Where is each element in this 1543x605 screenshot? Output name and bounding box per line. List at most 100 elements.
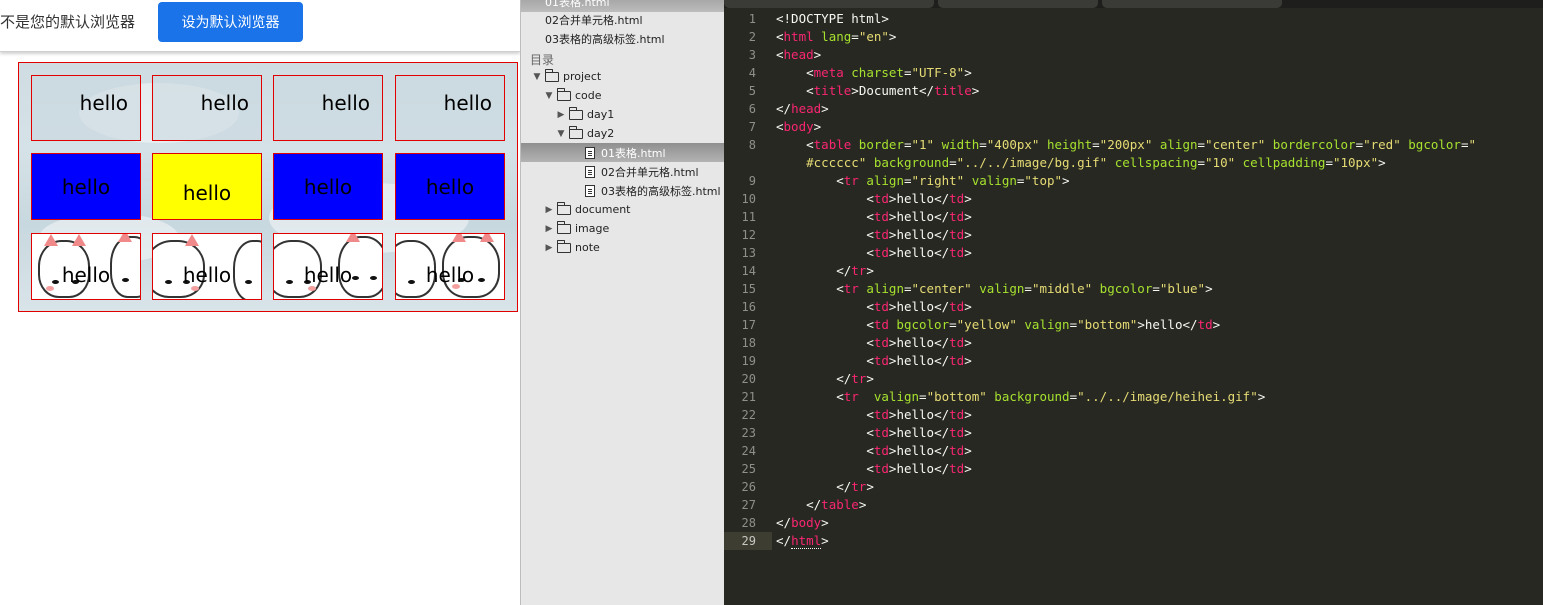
folder-icon [557, 220, 571, 234]
line-number: 6 [748, 102, 756, 116]
set-default-browser-button[interactable]: 设为默认浏览器 [158, 2, 303, 42]
tree-folder-document[interactable]: ▶ document [521, 200, 725, 219]
tree-folder-day1[interactable]: ▶ day1 [521, 105, 725, 124]
cell-text: hello [200, 91, 249, 115]
tree-file-02[interactable]: 02合并单元格.html [521, 162, 725, 181]
code-line[interactable]: <td>hello</td> [776, 424, 971, 442]
cat-eye [370, 276, 377, 280]
table-cell: hello [152, 233, 262, 300]
tree-folder-note[interactable]: ▶ note [521, 238, 725, 257]
cat-ear [44, 234, 58, 246]
cell-text: hello [61, 263, 111, 287]
editor-tab[interactable] [938, 0, 1098, 8]
table-cell: hello [31, 233, 141, 300]
line-number: 16 [741, 300, 756, 314]
code-line[interactable]: <td>hello</td> [776, 442, 971, 460]
editor-tab[interactable] [1102, 0, 1282, 8]
tree-item-label: day2 [587, 127, 615, 140]
folder-open-icon [569, 125, 583, 139]
collapsed-triangle-icon: ▶ [545, 223, 553, 234]
cell-text: hello [61, 174, 111, 199]
file-icon [585, 165, 595, 178]
code-line[interactable]: <td>hello</td> [776, 208, 971, 226]
tree-file-01[interactable]: 01表格.html [521, 143, 725, 162]
tree-folder-image[interactable]: ▶ image [521, 219, 725, 238]
code-line[interactable]: <td>hello</td> [776, 352, 971, 370]
tree-file-03[interactable]: 03表格的高级标签.html [521, 181, 725, 200]
table-cell: hello [273, 233, 383, 300]
tree-folder-project[interactable]: ▼ project [521, 67, 725, 86]
code-line[interactable]: <head> [776, 46, 821, 64]
cat-blush [46, 286, 54, 291]
code-line[interactable]: <tr valign="bottom" background="../../im… [776, 388, 1265, 406]
cat-eye [165, 280, 172, 284]
cat-eye [245, 280, 252, 284]
code-line[interactable]: <tr align="center" valign="middle" bgcol… [776, 280, 1212, 298]
tree-folder-code[interactable]: ▼ code [521, 86, 725, 105]
cat-ear [118, 234, 132, 242]
code-line[interactable]: <title>Document</title> [776, 82, 979, 100]
code-line[interactable]: <tr align="right" valign="top"> [776, 172, 1069, 190]
line-number: 2 [748, 30, 756, 44]
open-file-item[interactable]: 02合并单元格.html [545, 12, 643, 30]
code-line[interactable]: <td>hello</td> [776, 460, 971, 478]
code-line[interactable]: <td>hello</td> [776, 190, 971, 208]
table-cell: hello [31, 75, 141, 141]
code-line[interactable]: <td bgcolor="yellow" valign="bottom">hel… [776, 316, 1220, 334]
line-number: 28 [741, 516, 756, 530]
tree-item-label: note [575, 241, 600, 254]
code-line[interactable]: <meta charset="UTF-8"> [776, 64, 972, 82]
line-number: 10 [741, 192, 756, 206]
code-line[interactable]: <!DOCTYPE html> [776, 10, 889, 28]
code-line[interactable]: <table border="1" width="400px" height="… [776, 136, 1476, 154]
code-line[interactable]: </body> [776, 514, 829, 532]
line-number: 18 [741, 336, 756, 350]
open-file-item[interactable]: 03表格的高级标签.html [545, 31, 665, 49]
table-cell: hello [395, 233, 505, 300]
table-cell: hello [395, 75, 505, 141]
code-line[interactable]: </tr> [776, 478, 874, 496]
cell-text: hello [182, 263, 232, 287]
code-line[interactable]: </tr> [776, 262, 874, 280]
code-line[interactable]: <body> [776, 118, 821, 136]
line-number: 11 [741, 210, 756, 224]
table-cell: hello [152, 75, 262, 141]
cat-eye [478, 278, 485, 282]
code-line[interactable]: <td>hello</td> [776, 244, 971, 262]
code-line[interactable]: </head> [776, 100, 829, 118]
line-number: 15 [741, 282, 756, 296]
line-number: 9 [748, 174, 756, 188]
code-line[interactable]: </table> [776, 496, 866, 514]
cat-ear [72, 234, 86, 246]
code-line[interactable]: <td>hello</td> [776, 334, 971, 352]
code-editor[interactable]: 1 2 3 4 5 6 7 8 9 10 11 12 13 14 15 16 17 18 19 20 21 22 23 24 2… [724, 0, 1543, 605]
editor-tab[interactable] [724, 0, 934, 8]
cat-face-image [233, 240, 261, 299]
code-line[interactable]: <td>hello</td> [776, 298, 971, 316]
cell-text: hello [303, 263, 353, 287]
cat-ear [346, 234, 360, 242]
browser-pane: 不是您的默认浏览器 设为默认浏览器 hello hello hello hell… [0, 0, 520, 605]
code-line[interactable]: #cccccc" background="../../image/bg.gif"… [776, 154, 1386, 172]
cat-eye [122, 278, 129, 282]
code-line[interactable]: <html lang="en"> [776, 28, 896, 46]
table-cell: hello [395, 153, 505, 220]
line-number: 19 [741, 354, 756, 368]
open-file-item[interactable]: 01表格.html [521, 0, 725, 12]
code-line[interactable]: </tr> [776, 370, 874, 388]
code-line[interactable]: </html> [776, 532, 829, 550]
line-number: 26 [741, 480, 756, 494]
cell-text: hello [425, 174, 475, 199]
line-number [724, 154, 772, 172]
folder-open-icon [557, 87, 571, 101]
table-cell: hello [273, 75, 383, 141]
sidebar: 01表格.html 02合并单元格.html 03表格的高级标签.html 目录… [520, 0, 725, 605]
cat-face-image [110, 234, 140, 298]
code-line[interactable]: <td>hello</td> [776, 406, 971, 424]
line-number: 14 [741, 264, 756, 278]
cat-ear [480, 234, 494, 242]
cat-ear [185, 234, 199, 246]
tree-folder-day2[interactable]: ▼ day2 [521, 124, 725, 143]
code-line[interactable]: <td>hello</td> [776, 226, 971, 244]
cell-text: hello [79, 91, 128, 115]
